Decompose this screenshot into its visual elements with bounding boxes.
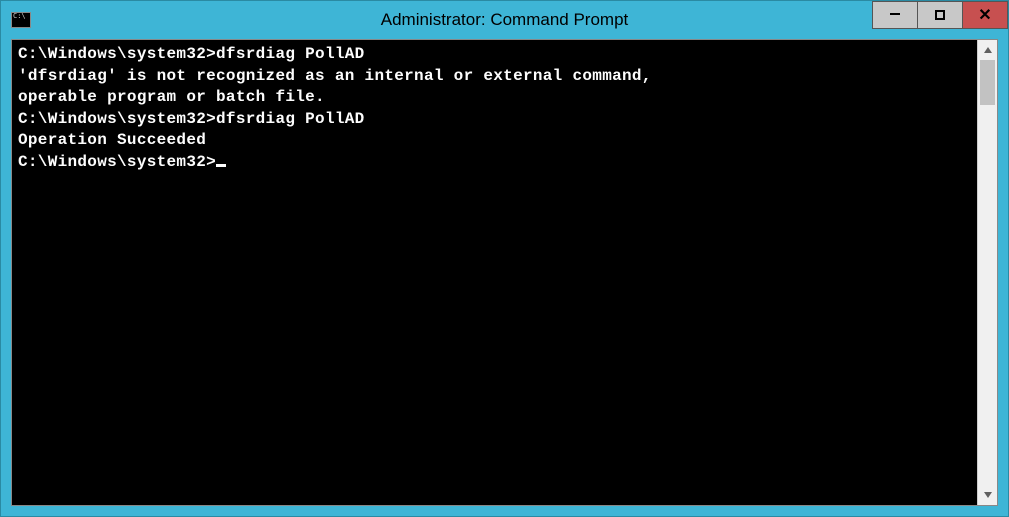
close-button[interactable]: ✕ (962, 1, 1008, 29)
content-area: C:\Windows\system32>dfsrdiag PollAD'dfsr… (11, 39, 998, 506)
terminal-line: C:\Windows\system32>dfsrdiag PollAD (18, 109, 971, 131)
scroll-down-arrow[interactable] (978, 485, 997, 505)
close-icon: ✕ (978, 5, 991, 25)
titlebar[interactable]: C:\ Administrator: Command Prompt ✕ (1, 1, 1008, 39)
scroll-track[interactable] (978, 60, 997, 485)
app-icon-text: C:\ (12, 13, 26, 20)
app-icon: C:\ (11, 12, 31, 28)
scroll-up-arrow[interactable] (978, 40, 997, 60)
window-title: Administrator: Command Prompt (1, 10, 1008, 30)
window-controls: ✕ (873, 1, 1008, 31)
window-frame: C:\ Administrator: Command Prompt ✕ C:\W… (0, 0, 1009, 517)
terminal-output[interactable]: C:\Windows\system32>dfsrdiag PollAD'dfsr… (12, 40, 977, 505)
terminal-line: C:\Windows\system32>dfsrdiag PollAD (18, 44, 971, 66)
maximize-icon (935, 10, 945, 20)
maximize-button[interactable] (917, 1, 963, 29)
vertical-scrollbar[interactable] (977, 40, 997, 505)
scroll-thumb[interactable] (980, 60, 995, 105)
terminal-line: C:\Windows\system32> (18, 152, 971, 174)
minimize-icon (890, 13, 900, 15)
terminal-line: 'dfsrdiag' is not recognized as an inter… (18, 66, 971, 88)
terminal-line: Operation Succeeded (18, 130, 971, 152)
minimize-button[interactable] (872, 1, 918, 29)
cursor (216, 164, 226, 167)
terminal-line: operable program or batch file. (18, 87, 971, 109)
